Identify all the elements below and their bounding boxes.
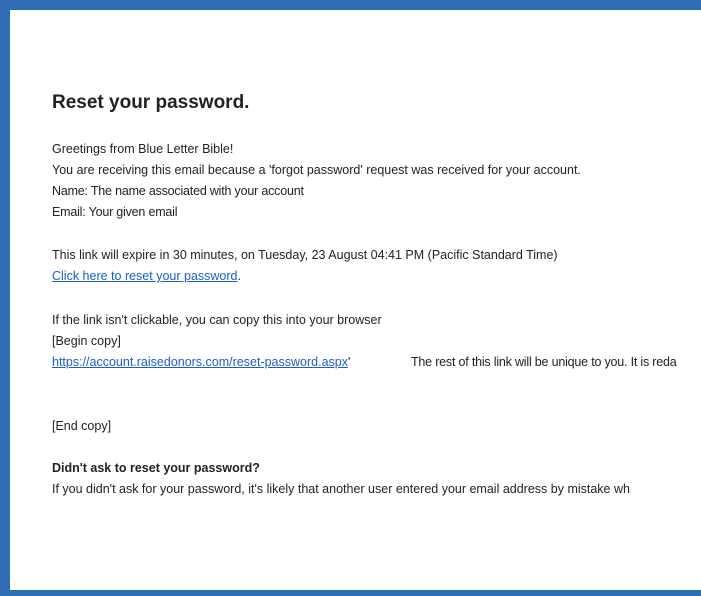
email-title: Reset your password. xyxy=(52,92,250,113)
copy-intro-text: If the link isn't clickable, you can cop… xyxy=(52,313,382,327)
frame-border-left xyxy=(0,0,10,596)
redacted-note-text: The rest of this link will be unique to … xyxy=(411,355,677,369)
greeting-text: Greetings from Blue Letter Bible! xyxy=(52,142,234,156)
reset-link-suffix: . xyxy=(237,269,241,283)
end-copy-text: [End copy] xyxy=(52,419,112,433)
reset-link-line: Click here to reset your password. xyxy=(52,266,558,287)
didnt-ask-body: If you didn't ask for your password, it'… xyxy=(52,482,630,496)
reason-text: You are receiving this email because a '… xyxy=(52,163,581,177)
email-frame: Reset your password. Greetings from Blue… xyxy=(0,0,701,596)
didnt-ask-block: Didn't ask to reset your password? If yo… xyxy=(52,458,630,500)
copy-block: If the link isn't clickable, you can cop… xyxy=(52,310,382,352)
intro-block: Greetings from Blue Letter Bible! You ar… xyxy=(52,139,581,223)
copy-url-tick: ' xyxy=(347,355,351,369)
email-line: Email: Your given email xyxy=(52,205,178,219)
copy-url-link[interactable]: https://account.raisedonors.com/reset-pa… xyxy=(52,355,348,369)
reset-password-link[interactable]: Click here to reset your password xyxy=(52,269,238,283)
end-copy-block: [End copy] xyxy=(52,416,111,437)
email-body: Reset your password. Greetings from Blue… xyxy=(52,0,701,590)
copy-url-row: https://account.raisedonors.com/reset-pa… xyxy=(52,352,677,373)
expiry-block: This link will expire in 30 minutes, on … xyxy=(52,245,558,287)
name-line: Name: The name associated with your acco… xyxy=(52,184,304,198)
frame-border-bottom xyxy=(0,590,701,596)
begin-copy-text: [Begin copy] xyxy=(52,334,121,348)
didnt-ask-heading: Didn't ask to reset your password? xyxy=(52,461,260,475)
expiry-text: This link will expire in 30 minutes, on … xyxy=(52,248,558,262)
